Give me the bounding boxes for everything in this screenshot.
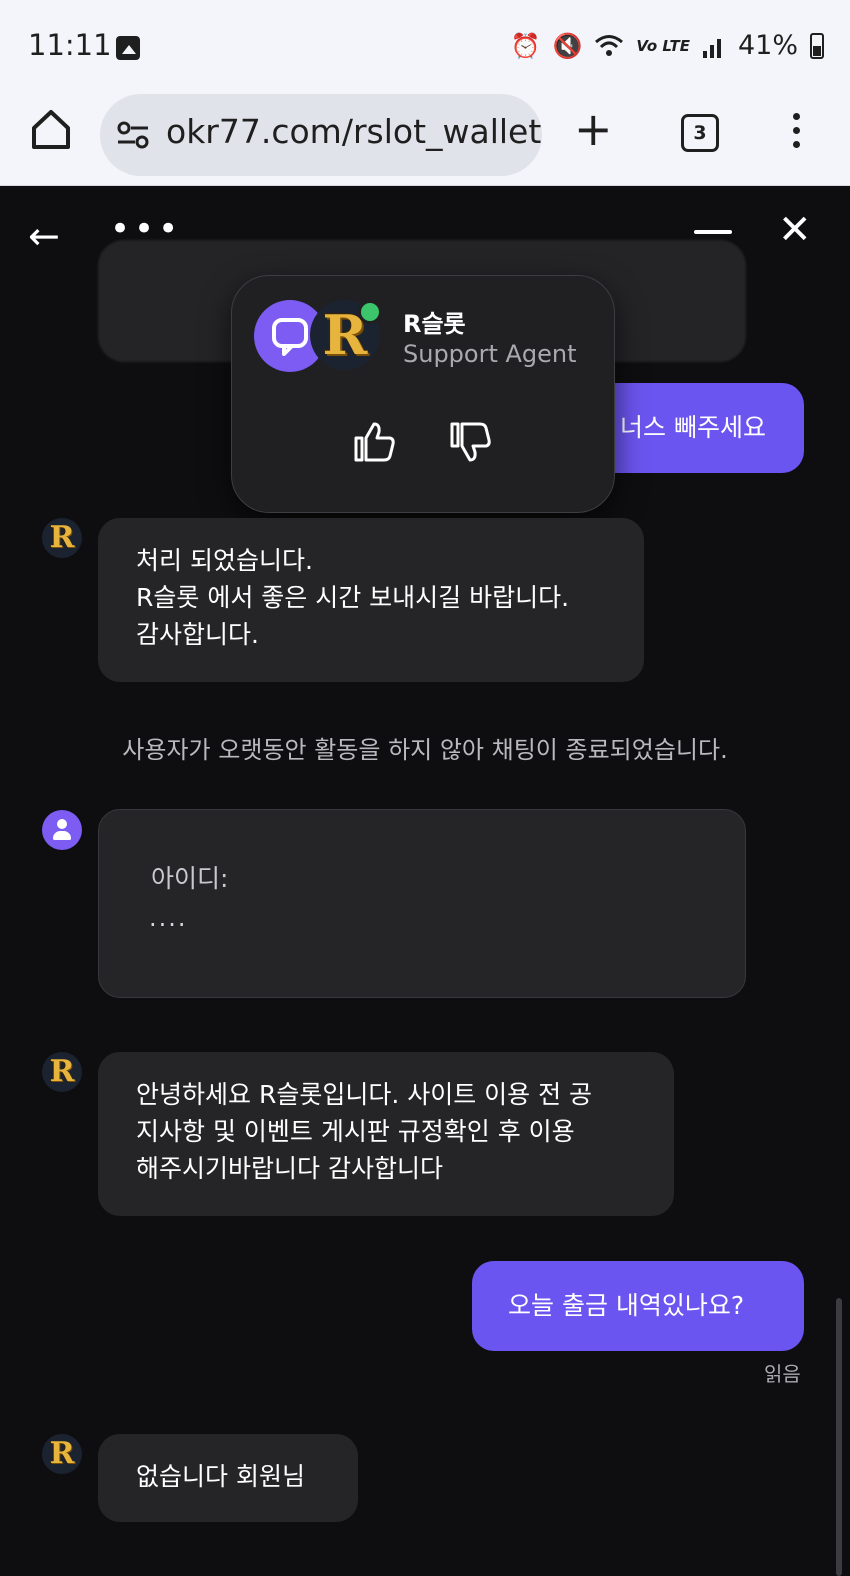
url-text[interactable]: okr77.com/rslot_wallet bbox=[166, 112, 541, 151]
agent-message: 처리 되었습니다. R슬롯 에서 좋은 시간 보내시길 바랍니다. 감사합니다. bbox=[98, 518, 644, 682]
agent-message-line: 처리 되었습니다. bbox=[136, 546, 313, 575]
wifi-icon bbox=[595, 34, 624, 56]
status-icons: ⏰ 🔇 Vo LTE 41% bbox=[511, 30, 824, 61]
system-notice: 사용자가 오랫동안 활동을 하지 않아 채팅이 종료되었습니다. bbox=[122, 736, 728, 764]
user-message-text: 오늘 출금 내역있나요? bbox=[508, 1291, 745, 1320]
gallery-icon bbox=[116, 36, 140, 60]
agent-avatar: R bbox=[42, 1052, 82, 1092]
browser-menu-button[interactable] bbox=[786, 108, 806, 156]
agent-avatar: R bbox=[42, 518, 82, 558]
site-settings-icon[interactable] bbox=[116, 120, 150, 150]
online-status-icon bbox=[358, 300, 382, 324]
agent-name: R슬롯 bbox=[403, 310, 466, 338]
agent-message-line: 해주시기바랍니다 감사합니다 bbox=[136, 1154, 443, 1183]
agent-avatar: R bbox=[42, 1434, 82, 1474]
back-arrow-icon[interactable]: ← bbox=[28, 216, 60, 256]
id-label: 아이디: bbox=[151, 864, 229, 893]
close-icon[interactable]: ✕ bbox=[778, 210, 812, 250]
tab-switcher-button[interactable]: 3 bbox=[681, 114, 719, 152]
battery-icon bbox=[810, 32, 824, 59]
id-value: .... bbox=[149, 914, 188, 928]
status-bar: 11:11 ⏰ 🔇 Vo LTE 41% bbox=[0, 0, 850, 92]
agent-message-line: 지사항 및 이벤트 게시판 규정확인 후 이용 bbox=[136, 1117, 575, 1146]
user-avatar-icon bbox=[42, 810, 82, 850]
agent-message: 없습니다 회원님 bbox=[98, 1434, 358, 1522]
alarm-icon: ⏰ bbox=[510, 31, 541, 60]
thumbs-up-icon[interactable] bbox=[350, 418, 398, 466]
agent-message-text: 없습니다 회원님 bbox=[136, 1462, 305, 1491]
thumbs-down-icon[interactable] bbox=[446, 418, 494, 466]
volte-label: Vo LTE bbox=[636, 36, 690, 55]
minimize-icon[interactable] bbox=[694, 230, 732, 234]
mute-icon: 🔇 bbox=[552, 31, 583, 60]
agent-message-line: 안녕하세요 R슬롯입니다. 사이트 이용 전 공 bbox=[136, 1080, 593, 1109]
agent-message-line: 감사합니다. bbox=[136, 620, 259, 649]
agent-message-line: R슬롯 에서 좋은 시간 보내시길 바랍니다. bbox=[136, 583, 570, 612]
agent-role: Support Agent bbox=[403, 340, 577, 368]
browser-toolbar: okr77.com/rslot_wallet + 3 bbox=[0, 92, 850, 186]
address-bar[interactable]: okr77.com/rslot_wallet bbox=[100, 94, 542, 176]
agent-info-card: R R슬롯 Support Agent bbox=[231, 275, 615, 513]
battery-percent: 41% bbox=[737, 30, 798, 61]
status-time: 11:11 bbox=[28, 28, 112, 62]
signal-icon bbox=[702, 38, 721, 58]
scrollbar[interactable] bbox=[836, 1298, 842, 1576]
new-tab-button[interactable]: + bbox=[574, 106, 613, 152]
home-icon[interactable] bbox=[26, 104, 76, 154]
user-message: 오늘 출금 내역있나요? bbox=[472, 1261, 804, 1351]
read-receipt: 읽음 bbox=[764, 1362, 801, 1386]
user-form-card: 아이디: .... bbox=[98, 809, 746, 998]
user-message-text: 너스 빼주세요 bbox=[620, 413, 766, 442]
agent-message: 안녕하세요 R슬롯입니다. 사이트 이용 전 공 지사항 및 이벤트 게시판 규… bbox=[98, 1052, 674, 1216]
